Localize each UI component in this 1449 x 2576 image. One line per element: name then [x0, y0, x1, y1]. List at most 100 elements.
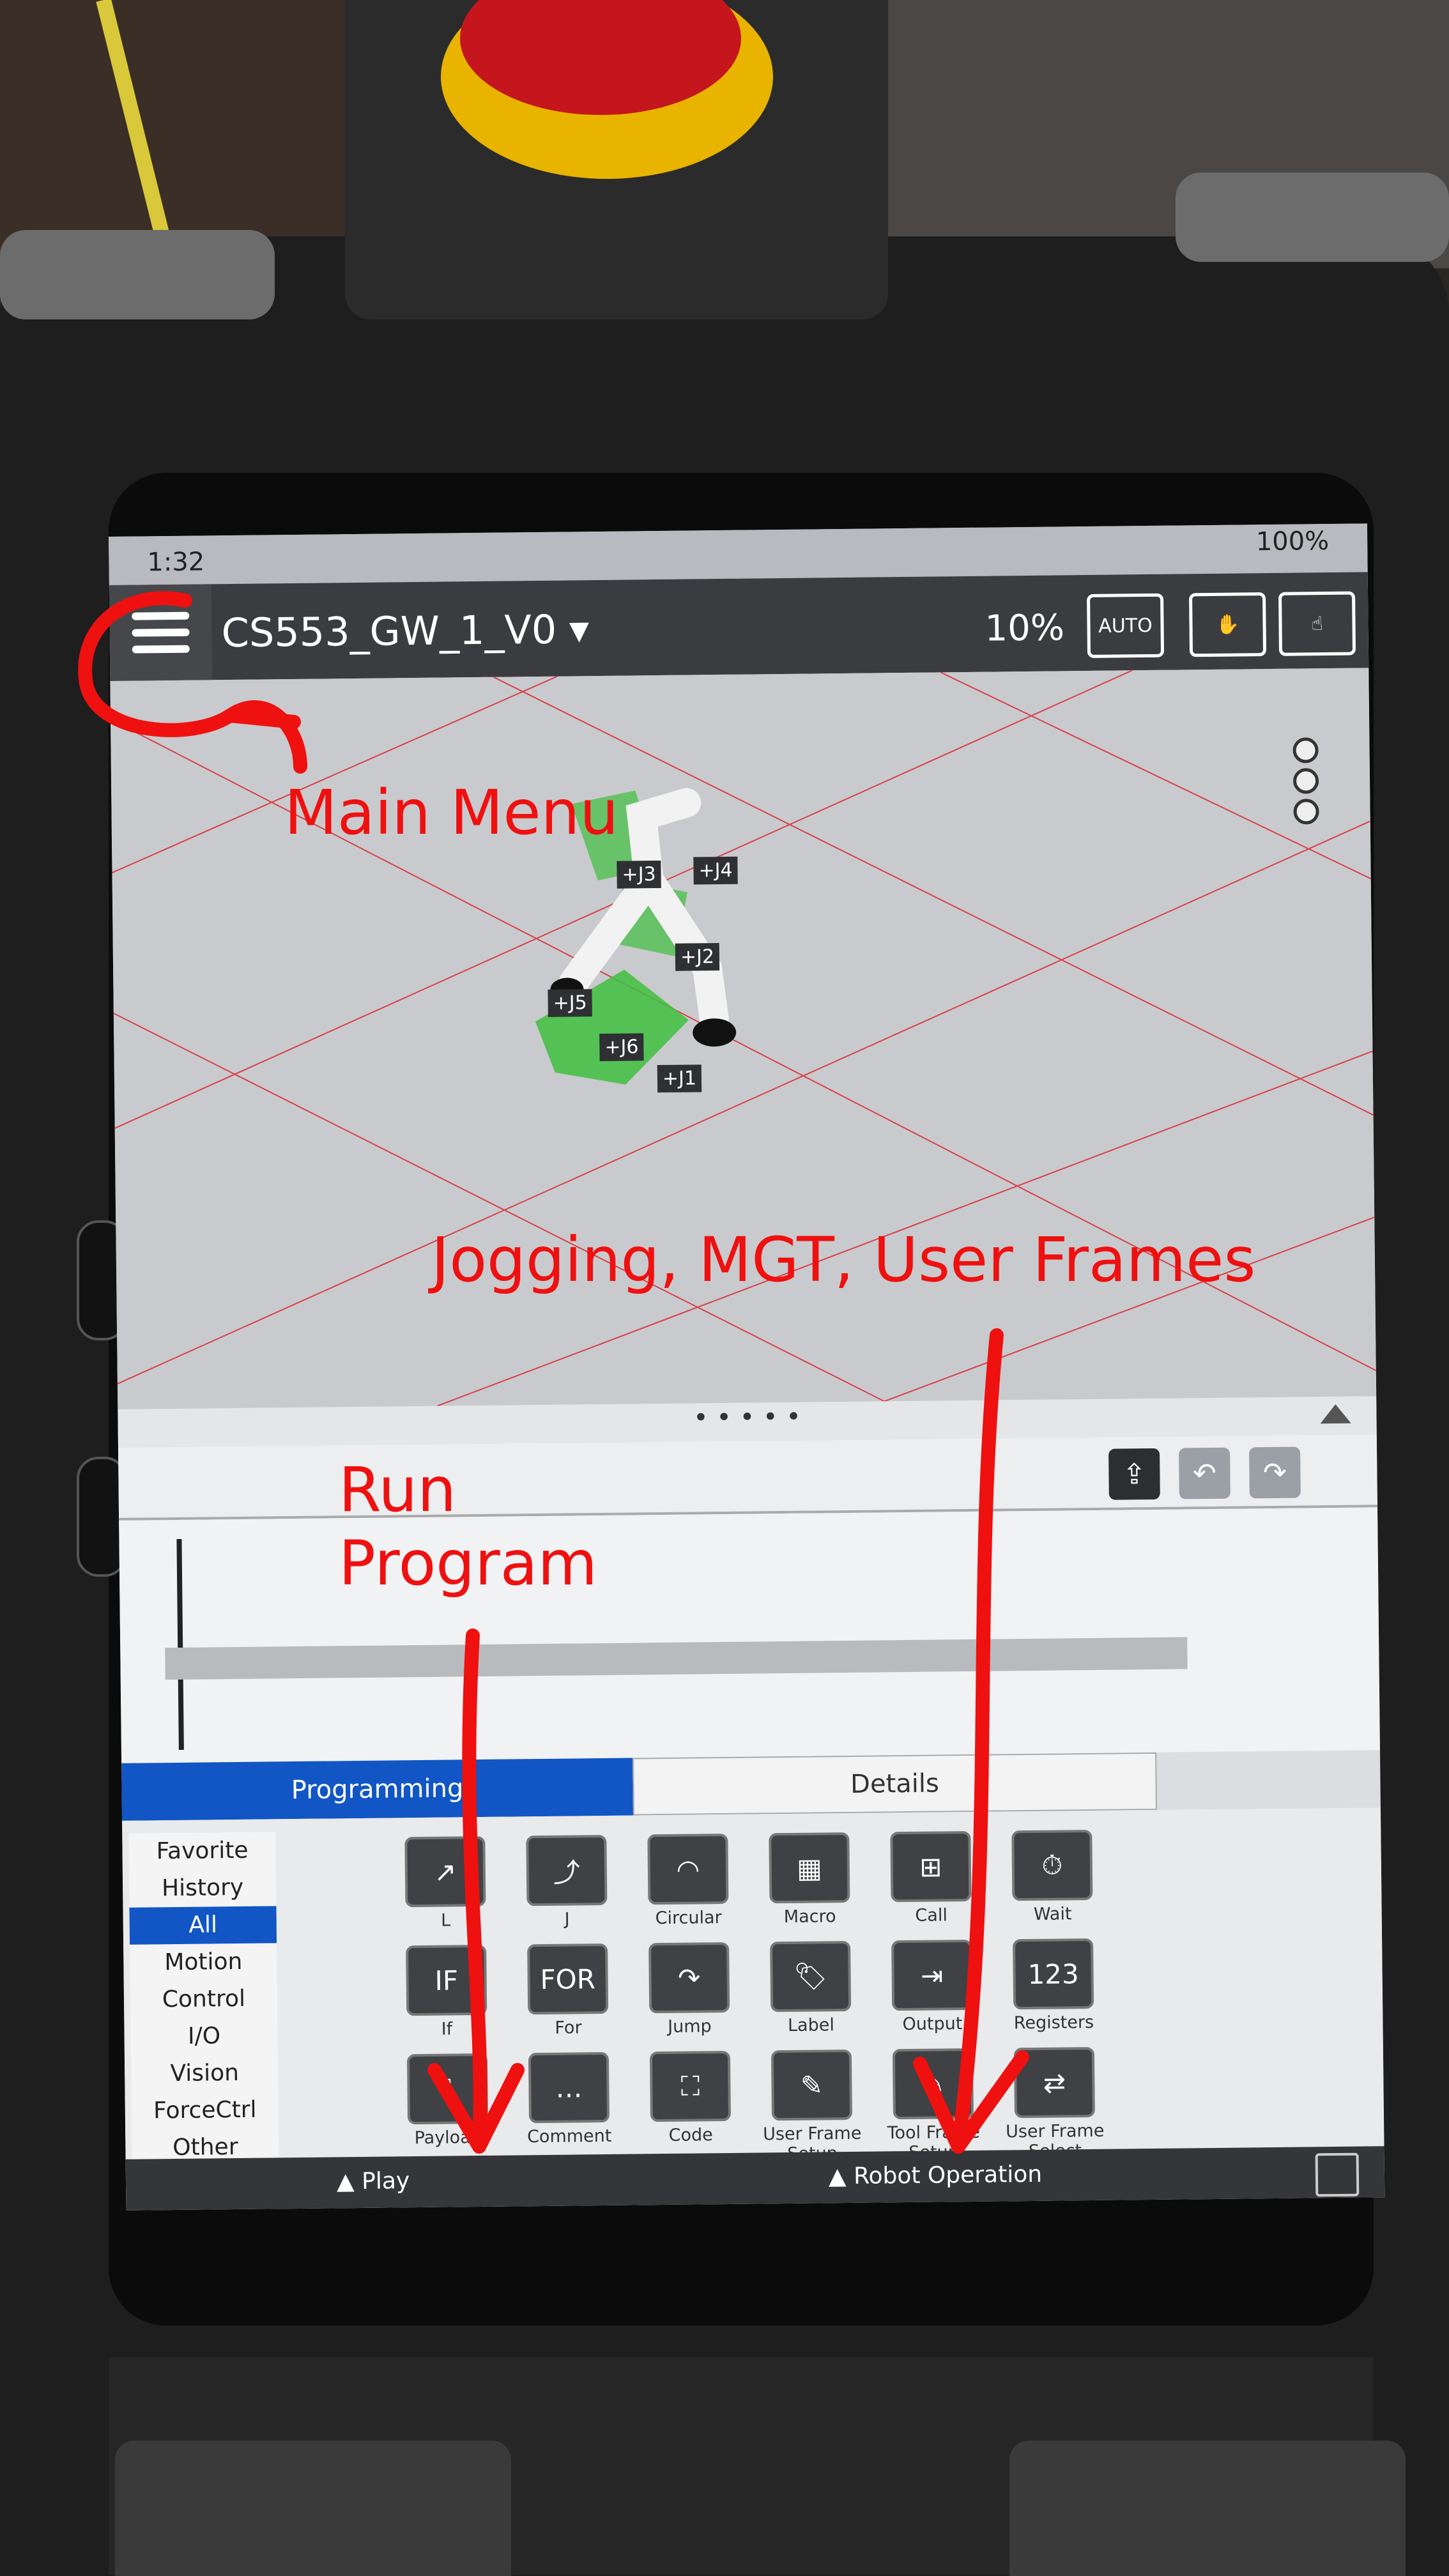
- annotation-run-line1: Run: [339, 1454, 457, 1526]
- annotation-run-line2: Program: [339, 1528, 598, 1599]
- selected-program-line[interactable]: [165, 1637, 1188, 1680]
- command-label: Circular: [655, 1908, 722, 1929]
- hand-guide-icon[interactable]: ✋: [1189, 592, 1267, 657]
- command-label: If: [441, 2019, 453, 2039]
- command-circular[interactable]: ◠ Circular: [633, 1833, 743, 1929]
- command-label: Macro: [783, 1906, 836, 1928]
- command-user-frame-setup[interactable]: ✎User Frame Setup: [757, 2049, 867, 2165]
- user-frame-select-icon: ⇄: [1013, 2046, 1095, 2119]
- user-frame-setup-icon: ✎: [770, 2049, 853, 2121]
- program-title: CS553_GW_1_V0: [221, 606, 557, 657]
- program-timeline: [176, 1538, 184, 1750]
- joint-move-icon: ⤴: [526, 1834, 608, 1906]
- command-label: J: [564, 1909, 570, 1929]
- command-label: Wait: [1033, 1904, 1072, 1924]
- category-vision[interactable]: Vision: [131, 2054, 279, 2092]
- tab-programming[interactable]: Programming: [121, 1758, 634, 1821]
- tablet-touch-icon[interactable]: ☝: [1278, 591, 1356, 656]
- command-label: L: [441, 1910, 451, 1931]
- command-output[interactable]: ⇥ Output: [877, 1939, 987, 2035]
- save-icon[interactable]: [1315, 2152, 1360, 2197]
- category-favorite[interactable]: Favorite: [128, 1832, 276, 1870]
- command-wait[interactable]: ⏱ Wait: [997, 1829, 1107, 1925]
- joint-label-j1[interactable]: +J1: [657, 1064, 702, 1093]
- if-icon: IF: [406, 1944, 487, 2016]
- command-label: Code: [668, 2125, 713, 2145]
- command-for[interactable]: FOR For: [513, 1943, 623, 2039]
- macro-icon: ▦: [769, 1832, 850, 1904]
- category-io[interactable]: I/O: [130, 2017, 278, 2055]
- category-all[interactable]: All: [129, 1906, 277, 1945]
- command-palette: Favorite History All Motion Control I/O …: [122, 1807, 1384, 2164]
- category-control[interactable]: Control: [130, 1980, 278, 2018]
- command-label: Call: [915, 1905, 948, 1926]
- call-icon: ⊞: [890, 1830, 972, 1903]
- robot-operation-button[interactable]: ▲ Robot Operation: [829, 2161, 1043, 2189]
- command-if[interactable]: IF If: [392, 1944, 502, 2040]
- command-user-frame-select[interactable]: ⇄User Frame Select: [1000, 2046, 1110, 2162]
- undo-icon[interactable]: ↶: [1179, 1447, 1230, 1499]
- command-call[interactable]: ⊞ Call: [876, 1830, 986, 1926]
- joint-label-j4[interactable]: +J4: [693, 856, 738, 885]
- more-options-icon[interactable]: [1292, 732, 1319, 829]
- command-label: Jump: [668, 2016, 712, 2037]
- linear-move-icon: ↗: [404, 1836, 486, 1908]
- editor-toolbar: ⇪ ↶ ↷: [118, 1434, 1378, 1521]
- command-label: Payload: [414, 2128, 482, 2149]
- command-j[interactable]: ⤴ J: [512, 1834, 622, 1930]
- comment-icon: …: [528, 2051, 610, 2124]
- pendant-foot-left: [115, 2441, 511, 2576]
- hamburger-icon-line: [132, 628, 190, 637]
- command-label[interactable]: 🏷 Label: [756, 1940, 866, 2036]
- play-panel-button[interactable]: ▲ Play: [337, 2168, 410, 2195]
- command-code[interactable]: ⛶ Code: [636, 2050, 746, 2146]
- command-macro[interactable]: ▦ Macro: [755, 1832, 864, 1928]
- joint-label-j2[interactable]: +J2: [675, 943, 720, 971]
- annotation-jogging: Jogging, MGT, User Frames: [431, 1224, 1256, 1296]
- tab-details[interactable]: Details: [632, 1752, 1157, 1816]
- battery-indicator: 100%: [1255, 526, 1330, 557]
- command-payload[interactable]: ⇩ Payload: [393, 2053, 503, 2149]
- program-title-dropdown[interactable]: CS553_GW_1_V0 ▾: [221, 606, 589, 656]
- hamburger-icon: [132, 611, 190, 620]
- dropdown-triangle-icon: ▾: [569, 606, 590, 653]
- pendant-grip-left: [0, 230, 275, 319]
- code-icon: ⛶: [649, 2050, 732, 2122]
- auto-mode-icon[interactable]: AUTO: [1087, 593, 1165, 658]
- auto-label: AUTO: [1098, 614, 1153, 638]
- command-jump[interactable]: ↷ Jump: [634, 1942, 744, 2037]
- joint-label-j5[interactable]: +J5: [548, 989, 592, 1017]
- main-menu-button[interactable]: [109, 584, 213, 681]
- tool-frame-setup-icon: ✎: [892, 2048, 974, 2120]
- upload-icon[interactable]: ⇪: [1108, 1448, 1160, 1500]
- category-list: Favorite History All Motion Control I/O …: [128, 1832, 279, 2161]
- joint-label-j6[interactable]: +J6: [599, 1033, 644, 1061]
- output-icon: ⇥: [891, 1939, 973, 2011]
- tag-icon: 🏷: [770, 1940, 852, 2012]
- category-history[interactable]: History: [129, 1869, 277, 1907]
- command-label: Comment: [526, 2126, 612, 2147]
- program-editor[interactable]: [119, 1507, 1380, 1763]
- status-time: 1:32: [147, 547, 205, 578]
- expand-triangle-icon[interactable]: [1320, 1404, 1351, 1424]
- pendant-foot-right: [1009, 2441, 1406, 2576]
- joint-label-j3[interactable]: +J3: [617, 860, 661, 889]
- jump-icon: ↷: [648, 1942, 730, 2014]
- annotation-main-menu: Main Menu: [284, 777, 619, 848]
- top-toolbar: CS553_GW_1_V0 ▾ 10% AUTO ✋ ☝: [109, 572, 1369, 681]
- command-comment[interactable]: … Comment: [514, 2051, 624, 2147]
- command-label: Label: [787, 2015, 835, 2035]
- command-registers[interactable]: 123 Registers: [999, 1938, 1108, 2034]
- command-l[interactable]: ↗ L: [390, 1836, 500, 1931]
- command-tool-frame-setup[interactable]: ✎Tool Frame Setup: [878, 2048, 988, 2163]
- pendant-grip-right: [1176, 172, 1449, 262]
- drag-handle-dots: • • • • •: [693, 1402, 802, 1433]
- command-label: Registers: [1013, 2012, 1094, 2034]
- category-motion[interactable]: Motion: [130, 1943, 277, 1981]
- registers-icon: 123: [1013, 1938, 1094, 2010]
- for-icon: FOR: [527, 1943, 609, 2015]
- redo-icon[interactable]: ↷: [1249, 1446, 1301, 1499]
- category-forcectrl[interactable]: ForceCtrl: [132, 2091, 279, 2129]
- speed-override[interactable]: 10%: [985, 607, 1064, 649]
- command-label: Output: [902, 2014, 963, 2035]
